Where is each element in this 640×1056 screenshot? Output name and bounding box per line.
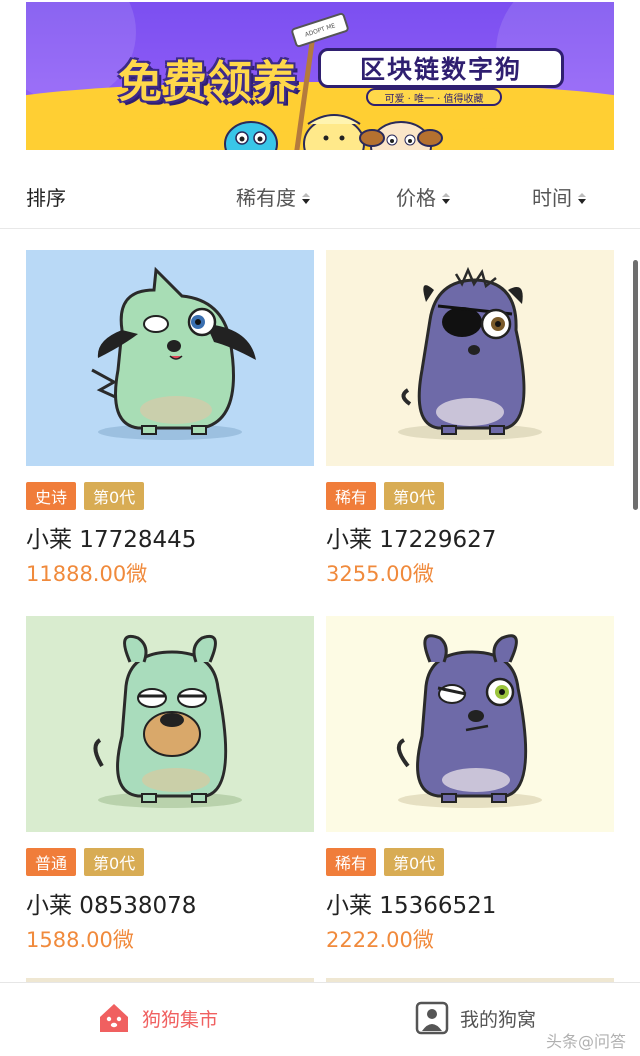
sort-price-label: 价格 <box>396 186 436 210</box>
banner-dog-brown-icon <box>359 121 443 150</box>
dog-name: 小莱 08538078 <box>26 893 197 919</box>
nav-market-tab[interactable]: 狗狗集市 <box>96 1001 218 1035</box>
dog-image <box>26 616 314 832</box>
dog-card[interactable]: 普通 第0代 小莱 08538078 1588.00微 <box>26 616 314 952</box>
adopt-sign: ADOPT ME <box>290 11 350 49</box>
user-card-icon <box>415 1001 449 1035</box>
banner-dog-blue-icon <box>224 121 278 150</box>
dog-card[interactable]: 史诗 第0代 小莱 17728445 11888.00微 <box>26 250 314 586</box>
badge-row: 稀有 第0代 <box>326 482 614 510</box>
banner-title-small: 区块链数字狗 <box>318 48 564 88</box>
dog-name: 小莱 17728445 <box>26 527 197 553</box>
badge-row: 普通 第0代 <box>26 848 314 876</box>
rarity-badge: 稀有 <box>326 482 377 510</box>
dog-purple-pirate-icon <box>398 266 542 440</box>
generation-badge: 第0代 <box>384 848 445 876</box>
generation-badge: 第0代 <box>84 482 145 510</box>
sort-label: 排序 <box>26 186 66 210</box>
dog-card[interactable]: 稀有 第0代 小莱 17229627 3255.00微 <box>326 250 614 586</box>
dog-image <box>26 250 314 466</box>
badge-row: 史诗 第0代 <box>26 482 314 510</box>
dog-price: 2222.00微 <box>326 928 434 952</box>
dog-card[interactable]: 稀有 第0代 小莱 15366521 2222.00微 <box>326 616 614 952</box>
nav-market-label: 狗狗集市 <box>142 1008 219 1031</box>
sort-time-button[interactable]: 时间 <box>532 182 586 211</box>
generation-badge: 第0代 <box>384 482 445 510</box>
dog-price: 11888.00微 <box>26 562 148 586</box>
bottom-nav: 狗狗集市 我的狗窝 <box>0 982 640 1056</box>
caret-sort-icon <box>442 193 450 204</box>
dog-name: 小莱 17229627 <box>326 527 497 553</box>
dog-price: 1588.00微 <box>26 928 134 952</box>
generation-badge: 第0代 <box>84 848 145 876</box>
dog-name: 小莱 15366521 <box>326 893 497 919</box>
dog-house-icon <box>100 1004 128 1032</box>
sort-time-label: 时间 <box>532 186 572 210</box>
sort-divider <box>0 228 640 229</box>
dog-image <box>326 250 614 466</box>
watermark: 头条@问答 <box>545 1032 626 1051</box>
promo-banner[interactable]: ADOPT ME 免费领养 区块链数字狗 可爱 · 唯一 · 值得收藏 <box>26 2 614 150</box>
dog-purple-grumpy-icon <box>396 634 542 808</box>
nav-my-kennel-tab[interactable]: 我的狗窝 <box>414 1001 536 1035</box>
rarity-badge: 普通 <box>26 848 77 876</box>
sort-rarity-button[interactable]: 稀有度 <box>236 182 310 211</box>
dog-mint-sleepy-icon <box>93 635 242 808</box>
sort-price-button[interactable]: 价格 <box>396 182 450 211</box>
scrollbar[interactable] <box>633 260 638 510</box>
badge-row: 稀有 第0代 <box>326 848 614 876</box>
dog-green-icon <box>91 266 256 440</box>
banner-title-big: 免费领养 <box>118 57 298 108</box>
nav-my-kennel-label: 我的狗窝 <box>460 1008 537 1031</box>
dog-image <box>326 616 614 832</box>
sort-rarity-label: 稀有度 <box>236 186 296 210</box>
dog-price: 3255.00微 <box>326 562 434 586</box>
rarity-badge: 稀有 <box>326 848 377 876</box>
rarity-badge: 史诗 <box>26 482 77 510</box>
banner-tagline: 可爱 · 唯一 · 值得收藏 <box>366 88 502 106</box>
sort-bar: 排序 稀有度 价格 时间 <box>0 170 640 220</box>
caret-sort-icon <box>578 193 586 204</box>
caret-sort-icon <box>302 193 310 204</box>
